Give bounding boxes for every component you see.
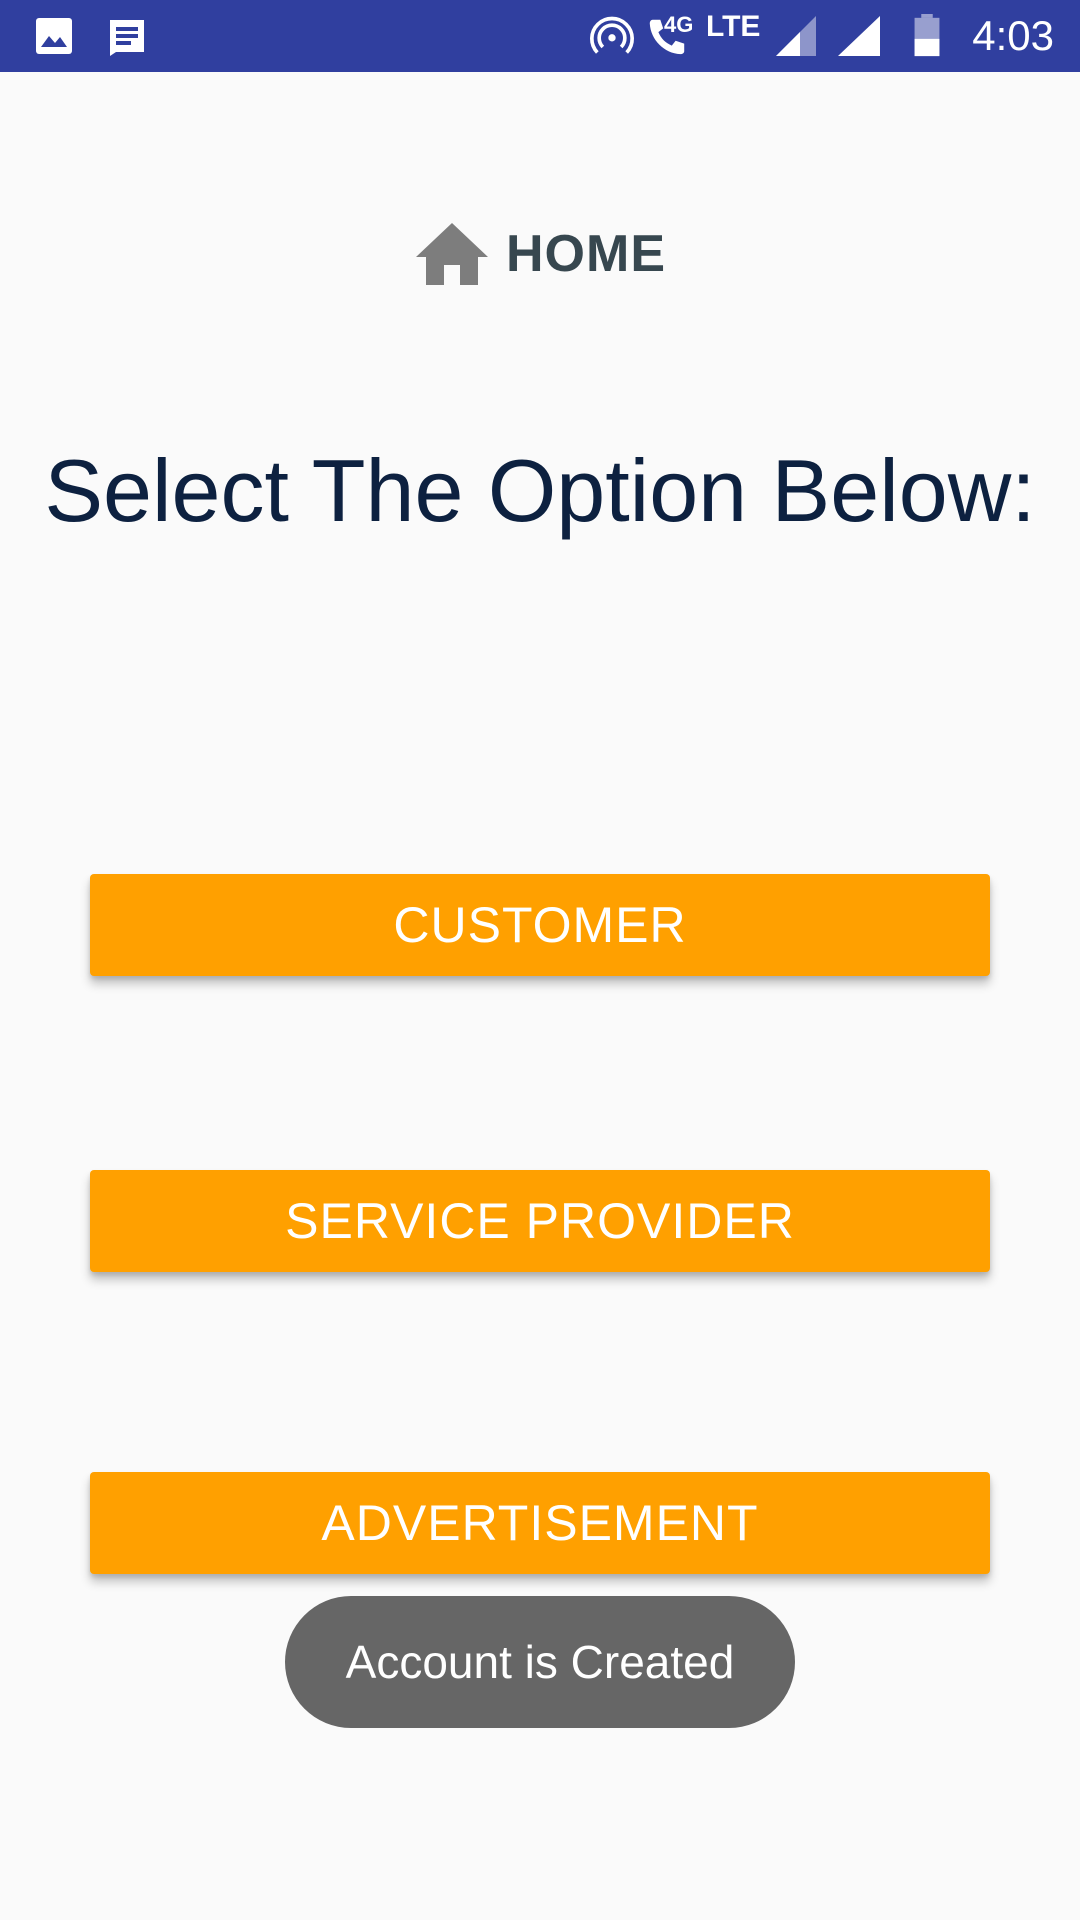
battery-icon xyxy=(914,14,940,57)
page-header: HOME xyxy=(0,214,1080,294)
screen: 4G LTE 4:03 HOME Select The Option Below… xyxy=(0,0,1080,1920)
network-type-label: LTE xyxy=(706,10,761,43)
home-icon xyxy=(416,223,488,285)
signal-icon xyxy=(776,16,816,56)
network-small-label: 4G xyxy=(664,12,694,37)
hotspot-icon xyxy=(590,16,634,54)
signal-icon xyxy=(838,16,880,56)
page-title: HOME xyxy=(506,225,666,283)
status-time: 4:03 xyxy=(972,12,1054,59)
service-provider-button[interactable]: SERVICE PROVIDER xyxy=(90,1170,990,1272)
customer-button[interactable]: CUSTOMER xyxy=(90,874,990,976)
advertisement-button[interactable]: ADVERTISEMENT xyxy=(90,1472,990,1574)
message-icon xyxy=(110,20,144,56)
option-prompt: Select The Option Below: xyxy=(44,441,1036,540)
toast-message: Account is Created xyxy=(285,1596,795,1728)
image-icon xyxy=(36,18,72,54)
status-bar: 4G LTE 4:03 xyxy=(0,0,1080,72)
